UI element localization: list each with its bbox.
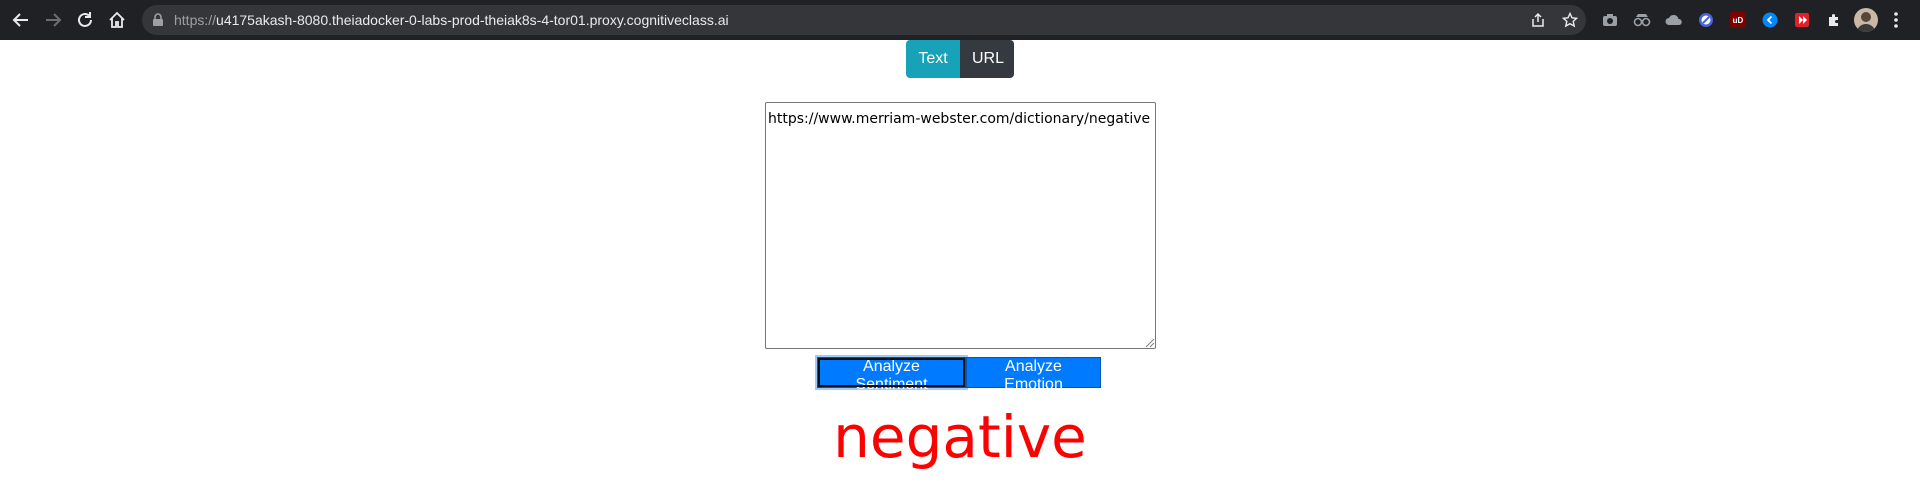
camera-icon — [1603, 14, 1617, 26]
text-to-analyze-input[interactable] — [765, 102, 1156, 349]
extension-ublock[interactable]: uD — [1728, 10, 1748, 30]
reload-button[interactable] — [73, 8, 97, 32]
home-button[interactable] — [105, 8, 129, 32]
video-icon — [1795, 13, 1809, 27]
sentiment-result: negative — [833, 403, 1087, 471]
ublock-icon: uD — [1730, 12, 1746, 28]
address-bar[interactable]: https://u4175akash-8080.theiadocker-0-la… — [142, 5, 1586, 35]
puzzle-icon — [1829, 14, 1838, 26]
spy-icon — [1633, 14, 1651, 27]
extension-block[interactable] — [1696, 10, 1716, 30]
text-mode-button[interactable]: Text — [906, 40, 960, 78]
analysis-actions: Analyze Sentiment Analyze Emotion — [817, 357, 1101, 393]
extension-cloud[interactable] — [1664, 10, 1684, 30]
lock-icon — [153, 13, 163, 26]
arrow-left-icon — [12, 13, 28, 27]
star-icon — [1562, 12, 1578, 28]
extensions-button[interactable] — [1824, 10, 1844, 30]
share-icon — [1532, 12, 1544, 27]
extension-spy[interactable] — [1632, 10, 1652, 30]
profile-avatar[interactable] — [1854, 8, 1878, 32]
extension-video[interactable] — [1792, 10, 1812, 30]
browser-menu-button[interactable] — [1884, 8, 1908, 32]
analyze-sentiment-button[interactable]: Analyze Sentiment — [817, 357, 966, 393]
input-mode-toggle: Text URL — [906, 40, 1014, 78]
extension-camera[interactable] — [1600, 10, 1620, 30]
extension-shazam[interactable] — [1760, 10, 1780, 30]
shazam-icon — [1762, 12, 1778, 28]
block-icon — [1699, 13, 1713, 27]
bookmark-button[interactable] — [1560, 10, 1580, 30]
arrow-right-icon — [46, 13, 62, 27]
avatar-icon — [1857, 12, 1875, 32]
url-text[interactable]: https://u4175akash-8080.theiadocker-0-la… — [174, 5, 729, 35]
kebab-menu-icon — [1894, 12, 1898, 28]
forward-button[interactable] — [41, 8, 65, 32]
url-host: u4175akash-8080.theiadocker-0-labs-prod-… — [216, 12, 729, 28]
share-button[interactable] — [1528, 10, 1548, 30]
back-button[interactable] — [9, 8, 33, 32]
url-mode-button[interactable]: URL — [960, 40, 1014, 78]
reload-icon — [78, 12, 92, 27]
analyze-emotion-button[interactable]: Analyze Emotion — [966, 357, 1101, 393]
url-scheme: https:// — [174, 12, 217, 28]
home-icon — [109, 11, 125, 28]
cloud-icon — [1665, 14, 1682, 26]
browser-toolbar: https://u4175akash-8080.theiadocker-0-la… — [0, 0, 1920, 40]
resize-grip-icon[interactable] — [1145, 338, 1155, 348]
